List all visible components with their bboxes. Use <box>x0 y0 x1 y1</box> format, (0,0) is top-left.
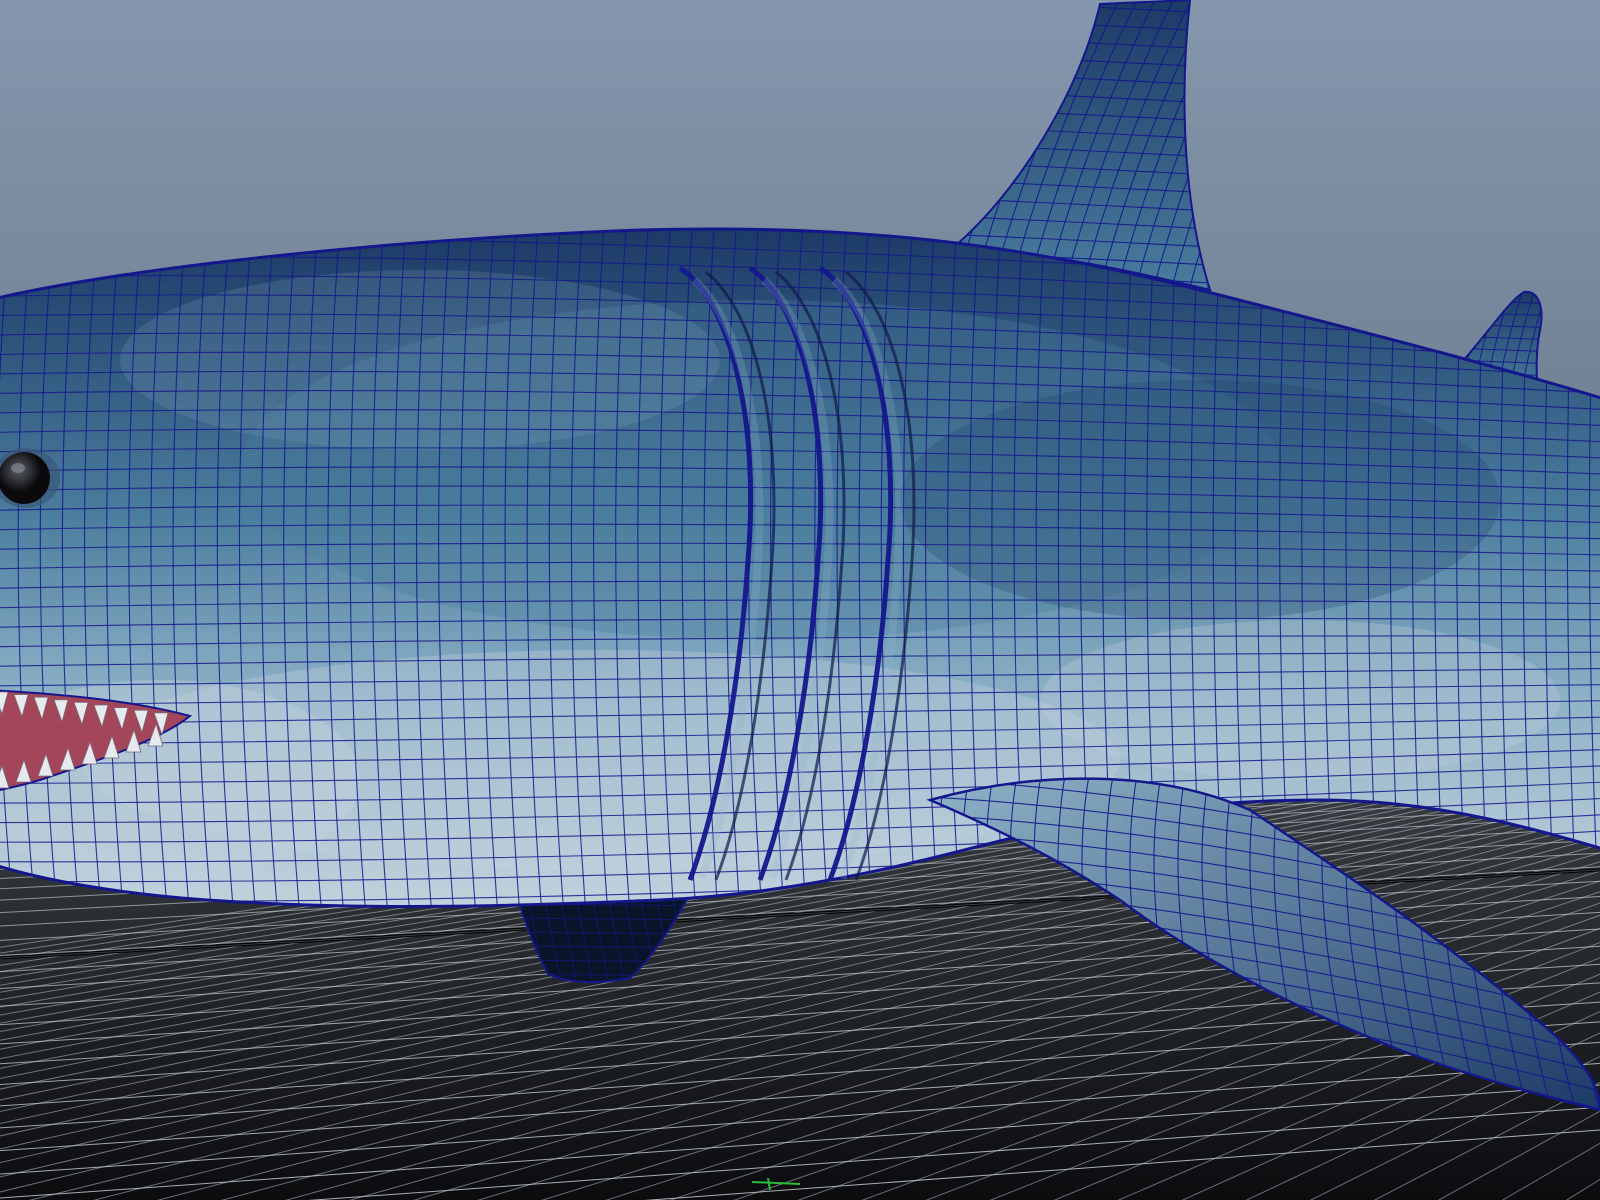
3d-viewport[interactable] <box>0 0 1600 1200</box>
viewport-scene[interactable] <box>0 0 1600 1200</box>
